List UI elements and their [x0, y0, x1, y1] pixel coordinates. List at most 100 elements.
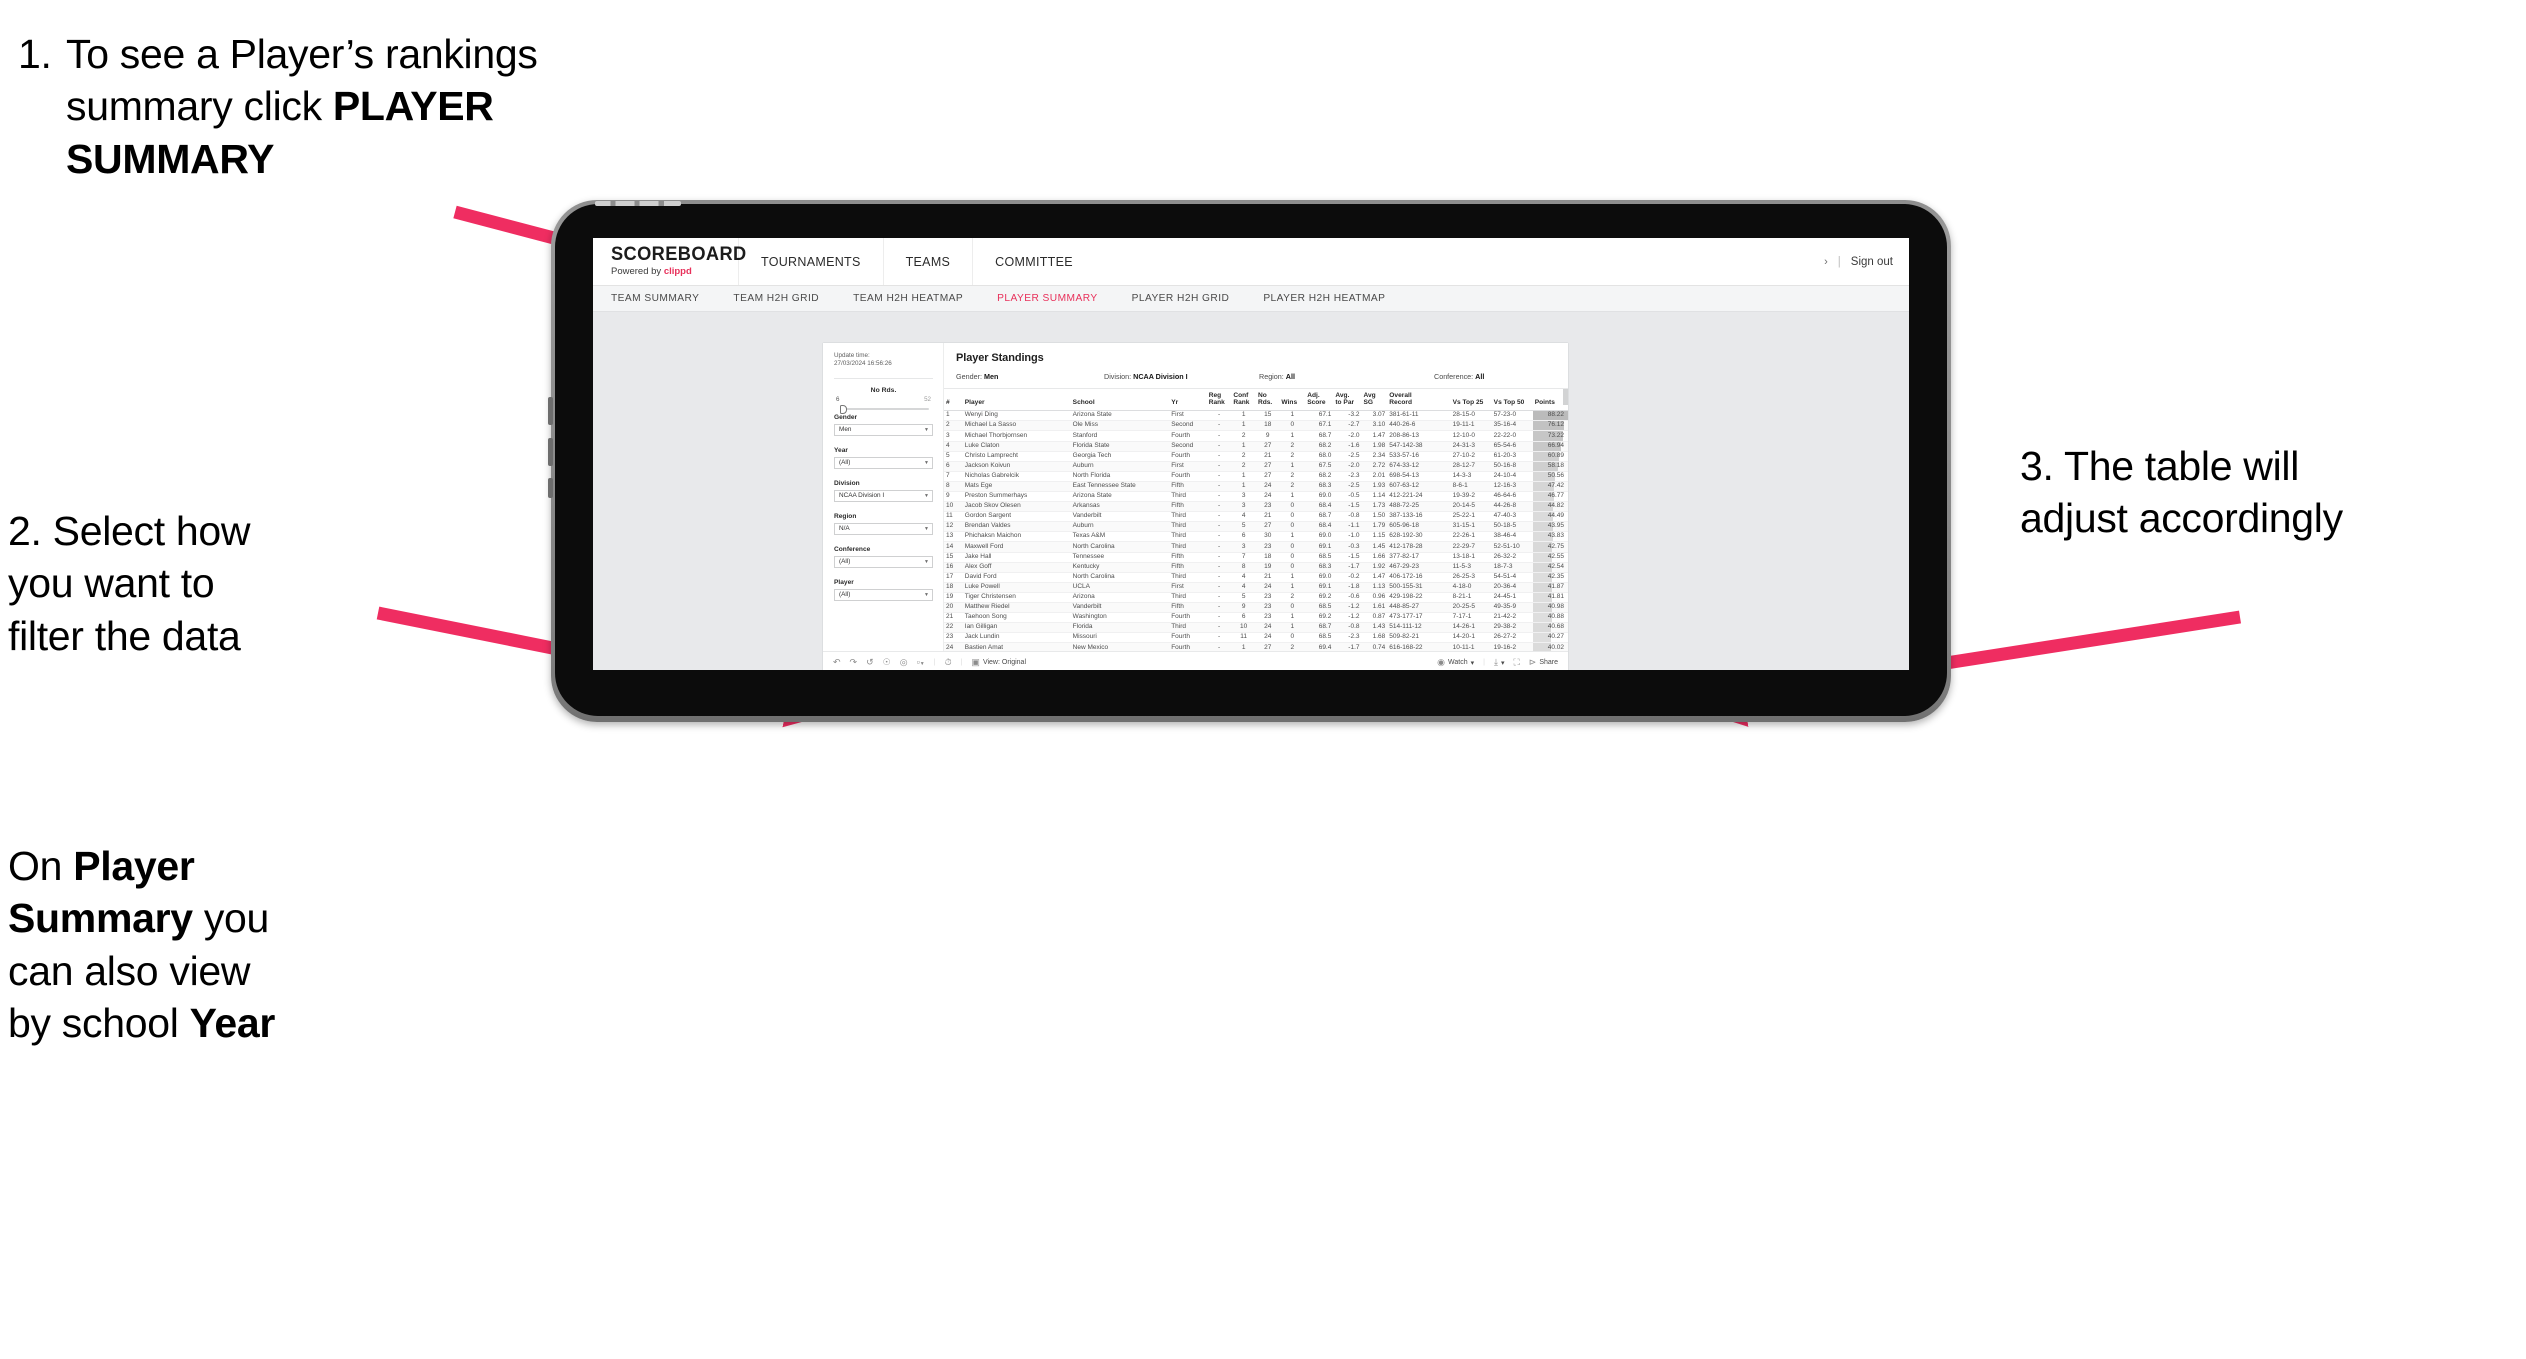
refresh-icon[interactable]: ☉	[883, 658, 891, 667]
nav-item-tournaments[interactable]: TOURNAMENTS	[738, 238, 883, 285]
revert-icon[interactable]: ↺	[866, 658, 874, 667]
sign-out-button[interactable]: Sign out	[1851, 256, 1893, 268]
share-button[interactable]: ⊳ Share	[1529, 658, 1558, 667]
cell-player: Ian Gilligan	[962, 622, 1071, 634]
cell-sg: 1.68	[1361, 632, 1388, 644]
cell-school: Arizona	[1070, 592, 1170, 604]
table-row[interactable]: 8 Mats Ege East Tennessee State Fifth -1 24 2 6…	[944, 481, 1568, 492]
subnav-team-h2h-heatmap[interactable]: TEAM H2H HEATMAP	[836, 293, 980, 304]
brand-logo[interactable]: SCOREBOARD Powered by clippd	[593, 238, 746, 285]
cell-t50: 47-40-3	[1491, 511, 1533, 523]
cell-rec: 628-192-30	[1387, 531, 1451, 543]
table-row[interactable]: 21 Taehoon Song Washington Fourth -6 23 1 69.2-…	[944, 612, 1568, 624]
table-row[interactable]: 20 Matthew Riedel Vanderbilt Fifth -9 23 0 68.5…	[944, 602, 1568, 614]
column-header-rank[interactable]: #	[944, 389, 963, 412]
table-row[interactable]: 17 David Ford North Carolina Third -4 21 1 69.0…	[944, 572, 1568, 583]
table-row[interactable]: 9 Preston Summerhays Arizona State Third -3 2…	[944, 491, 1568, 503]
pause-updates-icon[interactable]: ◎	[900, 658, 908, 667]
filter-division[interactable]: NCAA Division I ▼	[834, 489, 933, 502]
cell-rec: 616-168-22	[1387, 642, 1451, 651]
subnav-player-h2h-heatmap[interactable]: PLAYER H2H HEATMAP	[1246, 293, 1402, 304]
cell-yr: Fourth	[1169, 471, 1207, 482]
table-row[interactable]: 3 Michael Thorbjornsen Stanford Fourth -2 9 1 6…	[944, 430, 1568, 442]
cell-adj: 68.4	[1305, 501, 1334, 513]
standings-table-scroll[interactable]: # Player School Yr Reg Rank Conf Rank No Rds. Wins…	[944, 388, 1568, 651]
column-header-t50[interactable]: Vs Top 50	[1491, 389, 1533, 412]
cell-rec: 500-155-31	[1387, 582, 1451, 593]
table-row[interactable]: 11 Gordon Sargent Vanderbilt Third -4 21 0 68.7…	[944, 511, 1568, 523]
cell-atp: -1.7	[1333, 642, 1362, 651]
column-header-player[interactable]: Player	[962, 389, 1071, 412]
filter-year[interactable]: (All) ▼	[834, 456, 933, 469]
filter-gender[interactable]: Men ▼	[834, 423, 933, 436]
table-row[interactable]: 4 Luke Claton Florida State Second -1 27 2 68.2…	[944, 441, 1568, 452]
cell-t25: 24-31-3	[1450, 441, 1492, 452]
alerts-icon[interactable]: ⏱	[945, 658, 952, 667]
column-header-yr[interactable]: Yr	[1169, 389, 1207, 412]
watch-button[interactable]: ◉ Watch ▾	[1437, 658, 1474, 667]
table-row[interactable]: 10 Jacob Skov Olesen Arkansas Fifth -3 23 0 68.…	[944, 501, 1568, 513]
standings-header: Player Standings Gender: Men Division: N…	[944, 343, 1568, 381]
cell-player: Gordon Sargent	[962, 511, 1071, 523]
table-row[interactable]: 12 Brendan Valdes Auburn Third -5 27 0 68.4 -1.1…	[944, 521, 1568, 533]
slider-track[interactable]	[836, 404, 931, 414]
table-row[interactable]: 18 Luke Powell UCLA First -4 24 1 69.1 -1.8 1.13 5…	[944, 582, 1568, 593]
subnav-player-h2h-grid[interactable]: PLAYER H2H GRID	[1115, 293, 1247, 304]
note-bold-summary: Summary	[8, 895, 193, 942]
table-row[interactable]: 7 Nicholas Gabrelcik North Florida Fourth -1…	[944, 471, 1568, 482]
table-row[interactable]: 24 Bastien Amat New Mexico Fourth -1 27 2 69.4-…	[944, 642, 1568, 651]
table-row[interactable]: 6 Jackson Koivun Auburn First -2 27 1 67.5 -2.0 2…	[944, 461, 1568, 472]
table-row[interactable]: 1 Wenyi Ding Arizona State First -1 15 1 67.1 -3…	[944, 410, 1568, 422]
column-header-atp[interactable]: Avg. to Par	[1333, 389, 1362, 412]
redo-icon[interactable]: ↷	[850, 658, 858, 667]
no-rounds-slider[interactable]: No Rds. 6 52	[834, 387, 933, 414]
cell-rec: 448-85-27	[1387, 602, 1451, 614]
cell-pts: 42.54	[1532, 562, 1568, 573]
column-header-nords[interactable]: No Rds.	[1255, 389, 1280, 412]
table-row[interactable]: 2 Michael La Sasso Ole Miss Second -1 18 0 67.1…	[944, 420, 1568, 432]
nav-item-teams[interactable]: TEAMS	[882, 238, 973, 285]
subnav-team-summary[interactable]: TEAM SUMMARY	[611, 293, 716, 304]
column-header-sg[interactable]: Avg SG	[1361, 389, 1388, 412]
subnav-player-summary[interactable]: PLAYER SUMMARY	[980, 293, 1114, 304]
undo-icon[interactable]: ↶	[833, 658, 841, 667]
note-bold-player: Player	[73, 843, 195, 889]
table-row[interactable]: 16 Alex Goff Kentucky Fifth -8 19 0 68.3 -1.7 1.9…	[944, 562, 1568, 573]
cell-yr: First	[1169, 461, 1207, 472]
filter-gender-label: Gender	[834, 413, 858, 421]
cell-school: Arkansas	[1070, 501, 1170, 513]
filter-region[interactable]: N/A ▼	[834, 522, 933, 535]
vertical-scrollbar-thumb[interactable]	[1563, 389, 1568, 405]
cell-yr: First	[1169, 582, 1207, 593]
table-row[interactable]: 19 Tiger Christensen Arizona Third -5 23 2 69.2…	[944, 592, 1568, 604]
column-header-rec[interactable]: Overall Record	[1387, 389, 1451, 412]
cell-yr: Fifth	[1169, 481, 1207, 492]
table-row[interactable]: 5 Christo Lamprecht Georgia Tech Fourth -2 21…	[944, 451, 1568, 462]
download-button[interactable]: ⤓ ▾	[1494, 658, 1505, 667]
view-original-button[interactable]: ▣ View: Original	[971, 658, 1026, 667]
column-header-wins[interactable]: Wins	[1279, 389, 1306, 412]
subnav-team-h2h-grid[interactable]: TEAM H2H GRID	[716, 293, 836, 304]
table-row[interactable]: 15 Jake Hall Tennessee Fifth -7 18 0 68.5 -1.5 1.…	[944, 552, 1568, 563]
nav-item-committee[interactable]: COMMITTEE	[972, 238, 1095, 285]
filter-conference[interactable]: (All) ▼	[834, 555, 933, 568]
view-original-dropdown-icon[interactable]: ▫▼	[917, 658, 925, 667]
column-header-t25[interactable]: Vs Top 25	[1450, 389, 1492, 412]
clippd-brand: clippd	[663, 266, 692, 277]
table-row[interactable]: 13 Phichaksn Maichon Texas A&M Third -6 30 1 69…	[944, 531, 1568, 543]
filter-player[interactable]: (All) ▼	[834, 588, 933, 601]
column-header-adj[interactable]: Adj. Score	[1305, 389, 1334, 412]
points-value: 42.75	[1547, 542, 1564, 550]
table-row[interactable]: 23 Jack Lundin Missouri Fourth -11 24 0 68.5 -2.…	[944, 632, 1568, 644]
cell-pts: 76.12	[1532, 420, 1568, 432]
account-chevron-icon[interactable]: ›	[1824, 256, 1828, 268]
slider-handle[interactable]	[840, 404, 847, 414]
column-header-conf[interactable]: Conf Rank	[1231, 389, 1256, 412]
column-header-reg[interactable]: Reg Rank	[1206, 389, 1232, 412]
table-row[interactable]: 14 Maxwell Ford North Carolina Third -3 23 0 69…	[944, 541, 1568, 553]
cell-conf: 3	[1231, 501, 1256, 513]
fullscreen-icon[interactable]: ⛶	[1513, 658, 1519, 667]
table-row[interactable]: 22 Ian Gilligan Florida Third -10 24 1 68.7 -0.8…	[944, 622, 1568, 634]
cell-rank: 12	[944, 521, 963, 533]
column-header-school[interactable]: School	[1070, 389, 1170, 412]
